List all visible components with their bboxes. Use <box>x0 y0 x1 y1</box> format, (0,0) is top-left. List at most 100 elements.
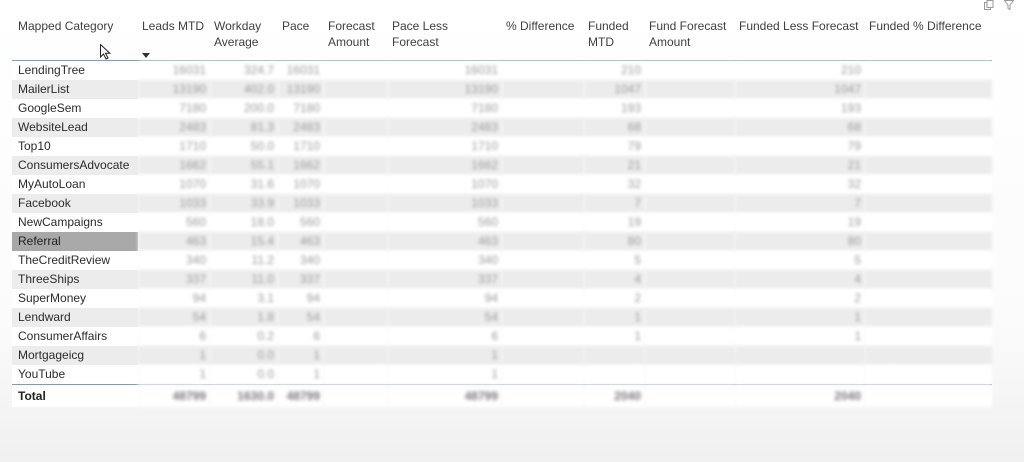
cell-fund-forecast-amount <box>645 327 735 346</box>
table-row[interactable]: MyAutoLoan 1070 31.6 1070 1070 32 32 <box>12 175 992 194</box>
cell-pace-less-forecast: 1 <box>388 365 502 385</box>
cell-funded-pct-difference <box>865 365 992 385</box>
column-header-workday-average[interactable]: Workday Average <box>210 14 278 61</box>
table-row[interactable]: SuperMoney 94 3.1 94 94 2 2 <box>12 289 992 308</box>
cell-forecast-amount <box>324 289 388 308</box>
cell-forecast-amount <box>324 60 388 80</box>
table-row[interactable]: LendingTree 16031 324.7 16031 16031 210 210 <box>12 60 992 80</box>
total-pct-difference <box>502 384 584 407</box>
column-header-pct-difference[interactable]: % Difference <box>502 14 584 61</box>
cell-leads-mtd: 1 <box>138 365 210 385</box>
cell-leads-mtd: 54 <box>138 308 210 327</box>
column-header-funded-pct-difference[interactable]: Funded % Difference <box>865 14 992 61</box>
cell-funded-less-forecast: 1 <box>735 327 865 346</box>
cell-mapped-category[interactable]: Facebook <box>12 194 138 213</box>
cell-mapped-category[interactable]: SuperMoney <box>12 289 138 308</box>
filter-icon[interactable] <box>1003 0 1015 13</box>
cell-workday-average: 324.7 <box>210 60 278 80</box>
table-row[interactable]: ConsumerAffairs 6 0.2 6 6 1 1 <box>12 327 992 346</box>
cell-mapped-category[interactable]: YouTube <box>12 365 138 385</box>
table-row[interactable]: TheCreditReview 340 11.2 340 340 5 5 <box>12 251 992 270</box>
column-header-forecast-amount[interactable]: Forecast Amount <box>324 14 388 61</box>
cell-workday-average: 0.2 <box>210 327 278 346</box>
cell-leads-mtd: 94 <box>138 289 210 308</box>
cell-forecast-amount <box>324 251 388 270</box>
cell-mapped-category[interactable]: GoogleSem <box>12 99 138 118</box>
cell-mapped-category[interactable]: TheCreditReview <box>12 251 138 270</box>
cell-leads-mtd: 16031 <box>138 60 210 80</box>
cell-funded-less-forecast <box>735 346 865 365</box>
cell-fund-forecast-amount <box>645 308 735 327</box>
cell-funded-mtd: 79 <box>584 137 645 156</box>
column-header-pace[interactable]: Pace <box>278 14 324 61</box>
cell-leads-mtd: 1033 <box>138 194 210 213</box>
cell-mapped-category[interactable]: WebsiteLead <box>12 118 138 137</box>
table-row[interactable]: Lendward 54 1.8 54 54 1 1 <box>12 308 992 327</box>
total-leads-mtd: 48799 <box>138 384 210 407</box>
cell-pace-less-forecast: 2483 <box>388 118 502 137</box>
cell-funded-mtd: 2 <box>584 289 645 308</box>
cell-mapped-category[interactable]: MyAutoLoan <box>12 175 138 194</box>
cell-funded-less-forecast: 193 <box>735 99 865 118</box>
matrix-table-visual: Mapped Category Leads MTD Workday Averag… <box>12 14 992 407</box>
column-header-pace-less-forecast[interactable]: Pace Less Forecast <box>388 14 502 61</box>
column-header-label: % Difference <box>506 19 575 33</box>
copy-icon[interactable] <box>984 0 994 13</box>
cell-mapped-category[interactable]: ConsumersAdvocate <box>12 156 138 175</box>
table-row[interactable]: Facebook 1033 33.9 1033 1033 7 7 <box>12 194 992 213</box>
table-row[interactable]: Mortgageicg 1 0.0 1 1 <box>12 346 992 365</box>
table-row[interactable]: GoogleSem 7180 200.0 7180 7180 193 193 <box>12 99 992 118</box>
table-row[interactable]: WebsiteLead 2483 81.3 2483 2483 68 68 <box>12 118 992 137</box>
cell-forecast-amount <box>324 232 388 251</box>
cell-workday-average: 402.0 <box>210 80 278 99</box>
cell-workday-average: 1.8 <box>210 308 278 327</box>
cell-pace-less-forecast: 94 <box>388 289 502 308</box>
cell-mapped-category[interactable]: NewCampaigns <box>12 213 138 232</box>
cell-funded-less-forecast: 32 <box>735 175 865 194</box>
column-header-funded-less-forecast[interactable]: Funded Less Forecast <box>735 14 865 61</box>
cell-mapped-category[interactable]: MailerList <box>12 80 138 99</box>
cell-forecast-amount <box>324 346 388 365</box>
table-row[interactable]: ThreeShips 337 11.0 337 337 4 4 <box>12 270 992 289</box>
cell-pct-difference <box>502 60 584 80</box>
cell-forecast-amount <box>324 156 388 175</box>
table-row[interactable]: YouTube 1 0.0 1 1 <box>12 365 992 385</box>
table-row[interactable]: ConsumersAdvocate 1662 55.1 1662 1662 21 21 <box>12 156 992 175</box>
cell-mapped-category[interactable]: Mortgageicg <box>12 346 138 365</box>
table-row[interactable]: MailerList 13190 402.0 13190 13190 1047 1047 <box>12 80 992 99</box>
cell-workday-average: 0.0 <box>210 365 278 385</box>
cell-fund-forecast-amount <box>645 270 735 289</box>
table-row[interactable]: NewCampaigns 560 18.0 560 560 19 19 <box>12 213 992 232</box>
cell-pace-less-forecast: 7180 <box>388 99 502 118</box>
sort-descending-icon[interactable] <box>142 53 150 58</box>
cell-mapped-category[interactable]: Lendward <box>12 308 138 327</box>
column-header-mapped-category[interactable]: Mapped Category <box>12 14 138 61</box>
cell-mapped-category[interactable]: ConsumerAffairs <box>12 327 138 346</box>
table-row[interactable]: Top10 1710 50.0 1710 1710 79 79 <box>12 137 992 156</box>
column-header-funded-mtd[interactable]: Funded MTD <box>584 14 645 61</box>
cell-mapped-category[interactable]: Top10 <box>12 137 138 156</box>
cell-mapped-category[interactable]: LendingTree <box>12 60 138 80</box>
cell-mapped-category[interactable]: ThreeShips <box>12 270 138 289</box>
cell-fund-forecast-amount <box>645 289 735 308</box>
cell-fund-forecast-amount <box>645 213 735 232</box>
cell-pace-less-forecast: 463 <box>388 232 502 251</box>
column-header-fund-forecast-amount[interactable]: Fund Forecast Amount <box>645 14 735 61</box>
cell-mapped-category[interactable]: Referral <box>12 232 138 251</box>
cell-funded-mtd: 193 <box>584 99 645 118</box>
cell-pct-difference <box>502 232 584 251</box>
table-row[interactable]: Referral 463 15.4 463 463 80 80 <box>12 232 992 251</box>
cell-funded-mtd: 5 <box>584 251 645 270</box>
cell-leads-mtd: 6 <box>138 327 210 346</box>
cell-workday-average: 11.2 <box>210 251 278 270</box>
cell-pace-less-forecast: 13190 <box>388 80 502 99</box>
cell-fund-forecast-amount <box>645 194 735 213</box>
cell-leads-mtd: 337 <box>138 270 210 289</box>
cell-workday-average: 18.0 <box>210 213 278 232</box>
column-header-leads-mtd[interactable]: Leads MTD <box>138 14 210 61</box>
cell-funded-mtd: 32 <box>584 175 645 194</box>
cell-workday-average: 55.1 <box>210 156 278 175</box>
cell-pace: 1710 <box>278 137 324 156</box>
cell-leads-mtd: 13190 <box>138 80 210 99</box>
cell-leads-mtd: 1 <box>138 346 210 365</box>
